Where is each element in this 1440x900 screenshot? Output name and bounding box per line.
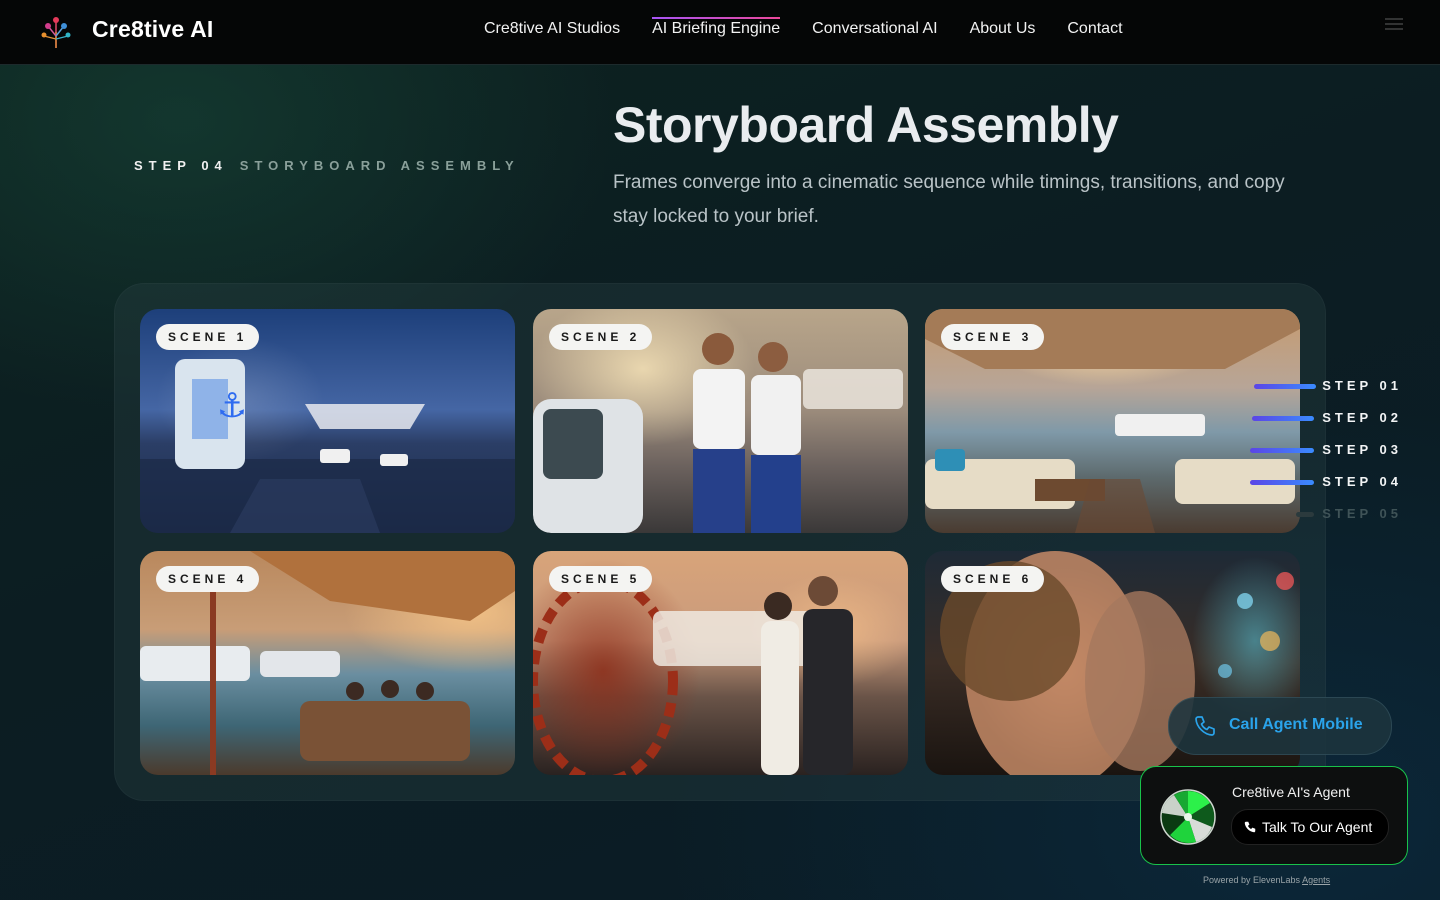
scene-card-5[interactable]: SCENE 5 bbox=[533, 551, 908, 775]
step-name: STORYBOARD ASSEMBLY bbox=[239, 158, 520, 173]
nav-link-conversational-ai[interactable]: Conversational AI bbox=[812, 20, 937, 38]
call-agent-mobile-button[interactable]: Call Agent Mobile bbox=[1168, 697, 1392, 755]
scene-label: SCENE 2 bbox=[549, 324, 653, 350]
step-rail-item-01[interactable]: STEP 01 bbox=[1240, 372, 1410, 404]
scene-label: SCENE 3 bbox=[941, 324, 1045, 350]
step-rail-item-05[interactable]: STEP 05 bbox=[1240, 500, 1410, 532]
step-progress-bar bbox=[1252, 416, 1314, 421]
step-progress-bar bbox=[1250, 448, 1314, 453]
step-rail-item-04[interactable]: STEP 04 bbox=[1240, 468, 1410, 500]
scene-card-4[interactable]: SCENE 4 bbox=[140, 551, 515, 775]
nav-link-briefing-engine[interactable]: AI Briefing Engine bbox=[652, 17, 781, 38]
scene-label: SCENE 1 bbox=[156, 324, 260, 350]
step-indicator: STEP 04 STORYBOARD ASSEMBLY bbox=[134, 158, 520, 173]
step-number: STEP 04 bbox=[134, 158, 228, 173]
step-progress-bar bbox=[1296, 512, 1314, 517]
step-rail-label: STEP 04 bbox=[1322, 474, 1402, 489]
svg-text:⚓: ⚓ bbox=[217, 386, 247, 426]
scene-card-2[interactable]: SCENE 2 bbox=[533, 309, 908, 533]
scene-card-1[interactable]: ⚓ SCENE 1 bbox=[140, 309, 515, 533]
phone-icon bbox=[1244, 821, 1256, 833]
talk-to-agent-label: Talk To Our Agent bbox=[1262, 819, 1373, 835]
step-rail-label: STEP 05 bbox=[1322, 506, 1402, 521]
talk-to-agent-button[interactable]: Talk To Our Agent bbox=[1231, 809, 1389, 845]
scene-label: SCENE 6 bbox=[941, 566, 1045, 592]
page-subtitle: Frames converge into a cinematic sequenc… bbox=[613, 172, 1285, 227]
step-progress-bar bbox=[1250, 480, 1314, 485]
nav-link-contact[interactable]: Contact bbox=[1067, 20, 1122, 38]
step-rail-label: STEP 03 bbox=[1322, 442, 1402, 457]
agent-orb-icon bbox=[1160, 789, 1216, 845]
phone-icon bbox=[1195, 716, 1215, 736]
storyboard-grid: ⚓ SCENE 1 SCENE 2 SCENE 3 SCENE 4 SCENE … bbox=[114, 283, 1326, 801]
call-agent-label: Call Agent Mobile bbox=[1229, 716, 1363, 733]
step-progress-bar bbox=[1254, 384, 1316, 389]
step-rail-item-02[interactable]: STEP 02 bbox=[1240, 404, 1410, 436]
scene-label: SCENE 5 bbox=[549, 566, 653, 592]
agent-name: Cre8tive AI's Agent bbox=[1232, 784, 1350, 800]
hamburger-menu-icon[interactable] bbox=[1385, 18, 1403, 32]
step-rail-item-03[interactable]: STEP 03 bbox=[1240, 436, 1410, 468]
nav-link-studios[interactable]: Cre8tive AI Studios bbox=[484, 20, 620, 38]
nav-link-about-us[interactable]: About Us bbox=[970, 20, 1036, 38]
step-rail-label: STEP 02 bbox=[1322, 410, 1402, 425]
page-title: Storyboard Assembly bbox=[613, 97, 1119, 153]
agent-widget: Cre8tive AI's Agent Talk To Our Agent bbox=[1140, 766, 1408, 865]
powered-by-prefix: Powered by ElevenLabs bbox=[1203, 875, 1301, 885]
step-rail: STEP 01 STEP 02 STEP 03 STEP 04 STEP 05 bbox=[1240, 372, 1410, 532]
agents-link[interactable]: Agents bbox=[1302, 875, 1330, 885]
scene-label: SCENE 4 bbox=[156, 566, 260, 592]
nav-links: Cre8tive AI Studios AI Briefing Engine C… bbox=[484, 17, 1123, 38]
tree-logo-icon[interactable] bbox=[38, 14, 74, 50]
top-navbar: Cre8tive AI Cre8tive AI Studios AI Brief… bbox=[0, 0, 1440, 65]
step-rail-label: STEP 01 bbox=[1322, 378, 1402, 393]
brand-name[interactable]: Cre8tive AI bbox=[92, 16, 214, 43]
powered-by-text: Powered by ElevenLabs Agents bbox=[1203, 875, 1330, 885]
